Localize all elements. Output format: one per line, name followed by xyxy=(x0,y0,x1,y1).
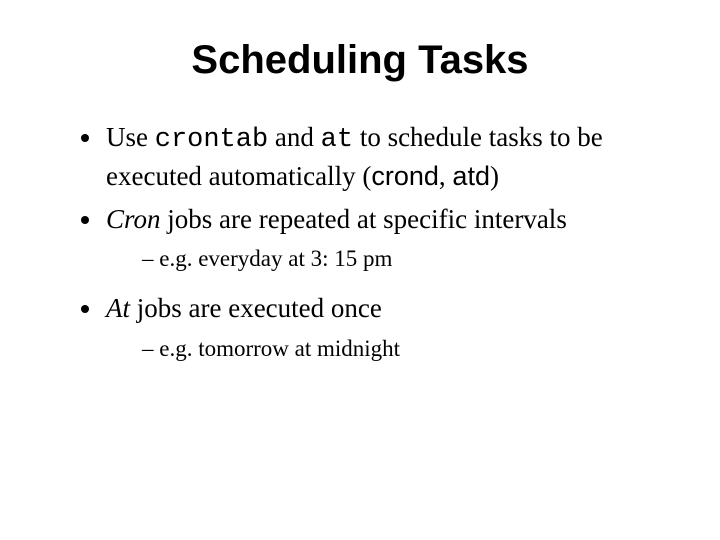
sans-text: atd xyxy=(452,161,490,191)
code-text: crontab xyxy=(155,125,268,155)
italic-text: Cron xyxy=(106,204,161,234)
slide-title: Scheduling Tasks xyxy=(50,38,670,83)
sub-item: e.g. everyday at 3: 15 pm xyxy=(142,243,670,274)
sub-list: e.g. tomorrow at midnight xyxy=(106,333,670,364)
text: , xyxy=(439,161,453,191)
bullet-item: At jobs are executed once e.g. tomorrow … xyxy=(104,290,670,363)
bullet-list: Use crontab and at to schedule tasks to … xyxy=(50,119,670,364)
text: jobs are executed once xyxy=(130,293,382,323)
text: and xyxy=(268,122,320,152)
text: Use xyxy=(106,122,155,152)
code-text: at xyxy=(321,125,353,155)
sub-list: e.g. everyday at 3: 15 pm xyxy=(106,243,670,274)
text: ) xyxy=(490,161,499,191)
italic-text: At xyxy=(106,293,130,323)
bullet-item: Cron jobs are repeated at specific inter… xyxy=(104,201,670,274)
bullet-item: Use crontab and at to schedule tasks to … xyxy=(104,119,670,195)
sub-item: e.g. tomorrow at midnight xyxy=(142,333,670,364)
slide: Scheduling Tasks Use crontab and at to s… xyxy=(0,0,720,540)
sans-text: crond xyxy=(371,161,439,191)
text: jobs are repeated at specific intervals xyxy=(161,204,567,234)
